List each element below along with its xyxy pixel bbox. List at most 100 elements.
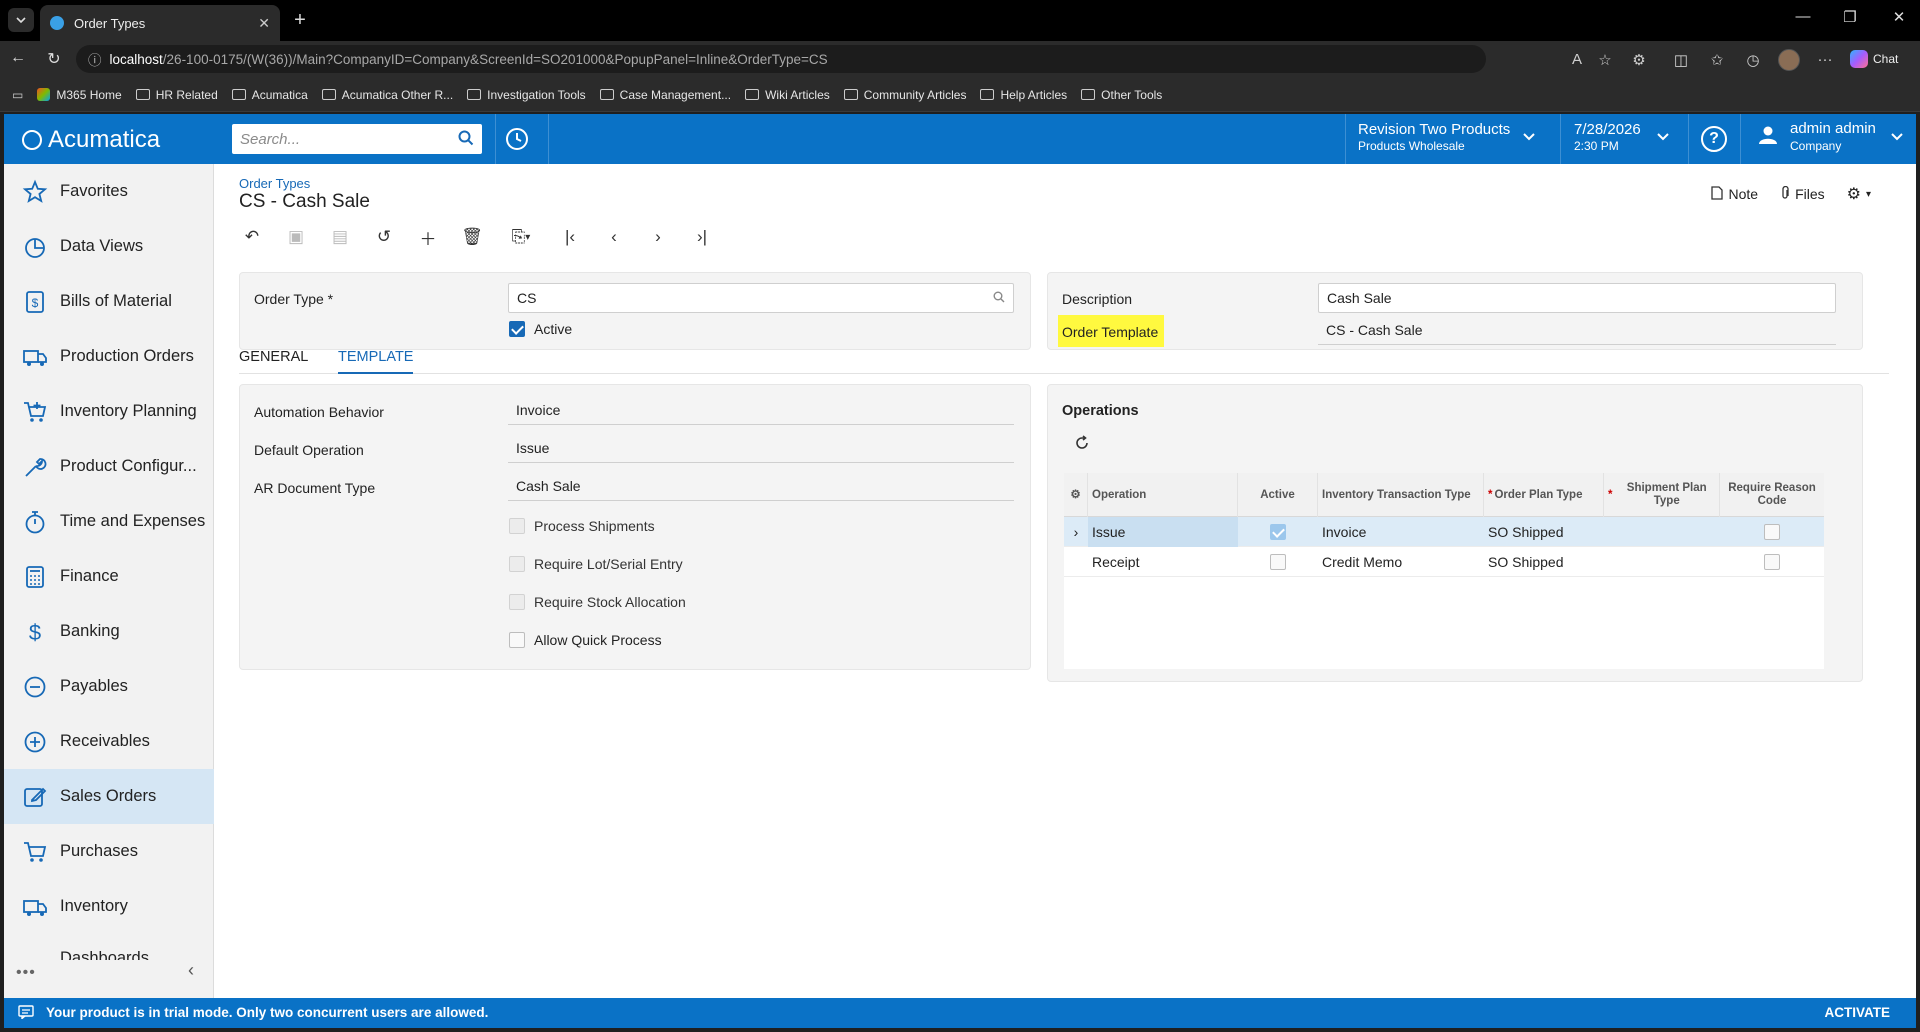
copilot-chat-button[interactable]: Chat xyxy=(1850,48,1898,70)
sidebar-item-receivables[interactable]: Receivables xyxy=(4,714,214,769)
search-icon[interactable] xyxy=(993,290,1005,306)
save-and-close-icon[interactable]: ▣ xyxy=(283,224,309,250)
require-lot-serial-checkbox[interactable] xyxy=(509,556,525,572)
add-new-icon[interactable]: ＋ xyxy=(415,224,441,250)
sidebar-item-inventory[interactable]: Inventory xyxy=(4,879,214,934)
sidebar-item-inventory-planning[interactable]: Inventory Planning xyxy=(4,384,214,439)
cancel-undo-icon[interactable]: ↺ xyxy=(371,224,397,250)
sidebar-item-dashboards[interactable]: Dashboards xyxy=(4,934,214,960)
bookmark-community-articles[interactable]: Community Articles xyxy=(843,88,966,102)
note-button[interactable]: Note xyxy=(1711,185,1758,203)
bookmark-investigation-tools[interactable]: Investigation Tools xyxy=(467,88,586,102)
sidebar-item-data-views[interactable]: Data Views xyxy=(4,219,214,274)
back-icon[interactable]: ← xyxy=(6,49,30,67)
order-type-field[interactable]: CS xyxy=(508,283,1014,313)
next-record-icon[interactable]: › xyxy=(645,224,671,250)
col-inventory-transaction-type[interactable]: Inventory Transaction Type xyxy=(1318,473,1484,517)
cell-operation[interactable]: Issue xyxy=(1088,517,1238,547)
new-tab-button[interactable]: + xyxy=(288,9,312,32)
sidebar-item-production-orders[interactable]: Production Orders xyxy=(4,329,214,384)
col-require-reason-code[interactable]: Require Reason Code xyxy=(1720,473,1824,517)
bookmark-wiki-articles[interactable]: Wiki Articles xyxy=(745,88,830,102)
favorite-star-icon[interactable]: ☆ xyxy=(1594,51,1616,69)
sidebar-item-time-and-expenses[interactable]: Time and Expenses xyxy=(4,494,214,549)
restore-icon[interactable]: ❐ xyxy=(1835,8,1865,26)
extensions-icon[interactable]: ⚙ xyxy=(1628,51,1650,69)
save-icon[interactable]: ▤ xyxy=(327,224,353,250)
sidebar-item-product-configurator[interactable]: Product Configur... xyxy=(4,439,214,494)
col-operation[interactable]: Operation xyxy=(1088,473,1238,517)
sidebar-item-payables[interactable]: Payables xyxy=(4,659,214,714)
activate-link[interactable]: ACTIVATE xyxy=(1825,1005,1891,1020)
cell-operation[interactable]: Receipt xyxy=(1088,547,1238,577)
cell-inventory-transaction-type[interactable]: Invoice xyxy=(1318,517,1484,547)
cell-order-plan-type[interactable]: SO Shipped xyxy=(1484,547,1604,577)
chevron-down-icon[interactable] xyxy=(1522,130,1536,147)
cell-require-reason-code[interactable] xyxy=(1720,547,1824,577)
default-operation-field[interactable]: Issue xyxy=(508,433,1014,463)
reload-icon[interactable]: ↻ xyxy=(42,49,66,69)
search-icon[interactable] xyxy=(458,130,474,149)
tab-template[interactable]: TEMPLATE xyxy=(338,349,414,374)
help-icon[interactable]: ? xyxy=(1701,126,1727,152)
sidebar-item-favorites[interactable]: Favorites xyxy=(4,164,214,219)
row-active-checkbox[interactable] xyxy=(1270,524,1286,540)
table-row[interactable]: Receipt Credit Memo SO Shipped xyxy=(1064,547,1824,577)
minimize-icon[interactable]: — xyxy=(1788,8,1818,25)
acumatica-logo[interactable]: Acumatica xyxy=(22,126,160,154)
cell-shipment-plan-type[interactable] xyxy=(1604,517,1720,547)
previous-record-icon[interactable]: ‹ xyxy=(601,224,627,250)
copy-paste-menu-icon[interactable]: ⎘ ▾ xyxy=(503,224,539,250)
chevron-down-icon[interactable] xyxy=(1656,130,1670,147)
browser-tab-active[interactable]: Order Types ✕ xyxy=(40,5,280,41)
profile-avatar[interactable] xyxy=(1778,49,1800,71)
bookmark-m365-home[interactable]: M365 Home xyxy=(37,88,122,102)
allow-quick-process-checkbox[interactable] xyxy=(509,632,525,648)
breadcrumb[interactable]: Order Types xyxy=(239,176,310,191)
col-active[interactable]: Active xyxy=(1238,473,1318,517)
bookmark-case-management[interactable]: Case Management... xyxy=(599,88,731,102)
cell-active[interactable] xyxy=(1238,517,1318,547)
read-aloud-icon[interactable]: A xyxy=(1566,51,1588,68)
search-input[interactable] xyxy=(240,130,458,148)
row-reason-code-checkbox[interactable] xyxy=(1764,554,1780,570)
sidebar-item-banking[interactable]: $ Banking xyxy=(4,604,214,659)
cell-inventory-transaction-type[interactable]: Credit Memo xyxy=(1318,547,1484,577)
split-screen-icon[interactable]: ◫ xyxy=(1670,51,1692,69)
bookmark-acumatica-other[interactable]: Acumatica Other R... xyxy=(321,88,453,102)
row-active-checkbox[interactable] xyxy=(1270,554,1286,570)
table-row[interactable]: › Issue Invoice SO Shipped xyxy=(1064,517,1824,547)
col-shipment-plan-type[interactable]: * Shipment Plan Type xyxy=(1604,473,1720,517)
close-window-icon[interactable]: ✕ xyxy=(1884,8,1914,26)
site-info-icon[interactable]: ⓘ xyxy=(88,49,102,69)
cell-active[interactable] xyxy=(1238,547,1318,577)
delete-trash-icon[interactable]: 🗑 xyxy=(459,224,485,250)
col-order-plan-type[interactable]: * Order Plan Type xyxy=(1484,473,1604,517)
last-record-icon[interactable]: ›| xyxy=(689,224,715,250)
ar-document-type-field[interactable]: Cash Sale xyxy=(508,471,1014,501)
refresh-icon[interactable] xyxy=(1074,435,1090,454)
sidebar-item-purchases[interactable]: Purchases xyxy=(4,824,214,879)
sidebar-item-finance[interactable]: Finance xyxy=(4,549,214,604)
first-record-icon[interactable]: |‹ xyxy=(557,224,583,250)
sidebar-item-sales-orders[interactable]: Sales Orders xyxy=(4,769,214,824)
favorites-icon[interactable]: ✩ xyxy=(1706,51,1728,69)
settings-menu-button[interactable]: ⚙ ▾ xyxy=(1847,184,1871,204)
files-button[interactable]: Files xyxy=(1780,185,1825,203)
expand-row-icon[interactable]: › xyxy=(1064,517,1088,547)
bookmark-help-articles[interactable]: Help Articles xyxy=(980,88,1067,102)
description-field[interactable]: Cash Sale xyxy=(1318,283,1836,313)
back-arrow-icon[interactable]: ↶ xyxy=(239,224,265,250)
tab-list-button[interactable] xyxy=(8,8,34,32)
active-checkbox[interactable] xyxy=(509,321,525,337)
bookmark-other-tools[interactable]: Other Tools xyxy=(1081,88,1162,102)
cell-shipment-plan-type[interactable] xyxy=(1604,547,1720,577)
cell-require-reason-code[interactable] xyxy=(1720,517,1824,547)
more-menu-icon[interactable]: ··· xyxy=(1814,51,1836,68)
history-icon[interactable]: ◷ xyxy=(1742,51,1764,69)
url-field[interactable]: ⓘ localhost/26-100-0175/(W(36))/Main?Com… xyxy=(76,45,1486,73)
row-reason-code-checkbox[interactable] xyxy=(1764,524,1780,540)
cell-order-plan-type[interactable]: SO Shipped xyxy=(1484,517,1604,547)
more-options-icon[interactable]: ••• xyxy=(16,964,36,982)
recent-history-button[interactable] xyxy=(504,126,530,152)
